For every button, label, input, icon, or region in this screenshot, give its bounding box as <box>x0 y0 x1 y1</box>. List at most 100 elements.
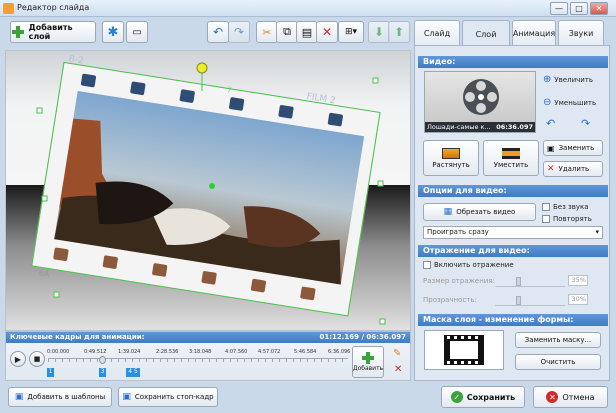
rotate-handle[interactable] <box>196 62 208 74</box>
zoom-in-label: Увеличить <box>554 75 593 84</box>
copy-button[interactable]: ⧉ <box>276 21 298 43</box>
time-tick: 5:46.584 <box>294 349 317 355</box>
play-mode-select[interactable]: Проиграть сразу ▾ <box>423 226 603 239</box>
move-down-button[interactable]: ⬇ <box>368 21 390 43</box>
save-keyframe-label: Сохранить стоп-кадр <box>134 393 214 401</box>
effect-button[interactable]: ✱ <box>102 21 124 43</box>
text-layer-button[interactable]: ▭ <box>126 21 148 43</box>
video-duration: 06:36.097 <box>496 123 533 131</box>
reflection-opacity-slider[interactable] <box>495 296 565 306</box>
enable-reflection-checkbox[interactable]: Включить отражение <box>423 261 514 269</box>
zoom-out-icon: ⊖ <box>543 97 552 108</box>
align-icon: ⊞▾ <box>344 27 358 37</box>
move-up-button[interactable]: ⬆ <box>388 21 410 43</box>
delete-keyframe-icon[interactable]: ✕ <box>394 364 402 375</box>
tab-animation[interactable]: Анимация <box>512 20 556 46</box>
window-title: Редактор слайда <box>17 3 90 12</box>
fit-button[interactable]: Уместить <box>483 140 539 176</box>
cancel-label: Отмена <box>562 392 595 402</box>
redo-button[interactable]: ↷ <box>228 21 250 43</box>
resize-handle[interactable] <box>377 180 384 187</box>
resize-handle[interactable] <box>372 77 379 84</box>
resize-handle[interactable] <box>36 107 43 114</box>
reflection-size-thumb[interactable] <box>516 277 521 286</box>
playhead[interactable] <box>99 356 106 364</box>
save-button[interactable]: ✓ Сохранить <box>441 386 525 408</box>
rotate-left-icon[interactable]: ↶ <box>546 117 555 130</box>
add-layer-button[interactable]: Добавить слой <box>10 21 96 43</box>
add-layer-label: Добавить слой <box>28 23 73 41</box>
layer-properties-panel: Видео: Лошади-самые к... 06:36.097 ⊕ Увел… <box>414 45 610 381</box>
reflection-opacity-value[interactable]: 30% <box>568 294 588 305</box>
cut-button[interactable]: ✂ <box>256 21 278 43</box>
undo-button[interactable]: ↶ <box>207 21 229 43</box>
rotate-right-icon[interactable]: ↷ <box>581 117 590 130</box>
replace-mask-label: Заменить маску... <box>524 336 592 344</box>
add-to-templates-button[interactable]: ▣ Добавить в шаблоны <box>8 387 112 407</box>
repeat-check[interactable] <box>542 215 550 223</box>
replace-mask-button[interactable]: Заменить маску... <box>515 332 601 348</box>
minimize-button[interactable]: — <box>550 2 568 15</box>
zoom-out-label: Уменьшить <box>554 98 597 107</box>
zoom-out-button[interactable]: ⊖ Уменьшить <box>543 97 596 108</box>
edit-keyframe-icon[interactable]: ✎ <box>393 348 401 359</box>
cancel-button[interactable]: ✕ Отмена <box>533 386 608 408</box>
keyframe-marker[interactable]: 1 <box>47 368 54 377</box>
crop-video-button[interactable]: ▦ Обрезать видео <box>423 203 536 221</box>
resize-handle[interactable] <box>379 318 386 325</box>
title-bar: Редактор слайда — □ ✕ <box>0 0 616 17</box>
video-file-name: Лошади-самые к... <box>427 123 491 131</box>
film-strip[interactable]: FILM 2 B-2 7 6A <box>6 51 410 330</box>
zoom-in-button[interactable]: ⊕ Увеличить <box>543 74 593 85</box>
save-label: Сохранить <box>466 392 516 402</box>
stretch-icon <box>442 147 460 159</box>
clear-mask-button[interactable]: Очистить <box>515 354 601 370</box>
enable-reflection-check[interactable] <box>423 261 431 269</box>
slide-canvas[interactable]: FILM 2 B-2 7 6A <box>5 50 411 331</box>
reflection-size-value[interactable]: 35% <box>568 275 588 286</box>
arrow-down-icon: ⬇ <box>373 25 385 39</box>
tab-slide[interactable]: Слайд <box>414 20 460 46</box>
align-dropdown[interactable]: ⊞▾ <box>338 21 364 43</box>
no-sound-check[interactable] <box>542 203 550 211</box>
undo-icon: ↶ <box>212 25 224 39</box>
add-keyframe-button[interactable]: Добавить <box>352 346 384 378</box>
paste-button[interactable]: ▤ <box>296 21 318 43</box>
time-tick: 4:07.560 <box>225 349 248 355</box>
resize-handle[interactable] <box>53 291 60 298</box>
timeline-time: 01:12.169 / 06:36.097 <box>319 333 406 341</box>
tab-layer[interactable]: Слой <box>462 20 510 47</box>
delete-icon: ✕ <box>547 164 555 174</box>
tab-sounds[interactable]: Звуки <box>558 20 604 46</box>
timeline-title: Ключевые кадры для анимации: <box>10 333 145 341</box>
scissors-icon: ✂ <box>262 25 272 39</box>
center-handle[interactable] <box>209 183 215 189</box>
maximize-button[interactable]: □ <box>570 2 588 15</box>
time-tick: 0:49.512 <box>84 349 107 355</box>
stretch-button[interactable]: Растянуть <box>423 140 479 176</box>
keyframe-timeline: Ключевые кадры для анимации: 01:12.169 /… <box>5 331 411 381</box>
reflection-size-slider[interactable] <box>495 277 565 287</box>
repeat-checkbox[interactable]: Повторять <box>542 215 592 223</box>
resize-handle[interactable] <box>41 195 48 202</box>
mask-preview <box>424 330 504 370</box>
play-button[interactable]: ▶ <box>10 351 26 367</box>
time-tick: 6:36.096 <box>328 349 351 355</box>
fit-label: Уместить <box>493 160 529 169</box>
replace-label: Заменить <box>558 144 595 152</box>
keyframe-marker[interactable]: 3 <box>99 368 106 377</box>
delete-video-button[interactable]: ✕ Удалить <box>543 161 603 177</box>
film-reel-icon <box>463 79 499 115</box>
save-keyframe-button[interactable]: ▣ Сохранить стоп-кадр <box>118 387 218 407</box>
delete-button[interactable]: ✕ <box>316 21 338 43</box>
replace-video-button[interactable]: ▣ Заменить <box>543 140 603 156</box>
stop-button[interactable]: ■ <box>29 351 45 367</box>
reflection-opacity-thumb[interactable] <box>516 296 521 305</box>
keyframe-marker[interactable]: 4 5 <box>126 368 140 377</box>
no-sound-checkbox[interactable]: Без звука <box>542 203 589 211</box>
delete-label: Удалить <box>558 165 590 173</box>
video-preview: Лошади-самые к... 06:36.097 <box>424 71 536 133</box>
timeline-ruler[interactable] <box>48 358 348 362</box>
close-window-button[interactable]: ✕ <box>590 2 608 15</box>
snowflake-icon: ✱ <box>107 24 119 40</box>
